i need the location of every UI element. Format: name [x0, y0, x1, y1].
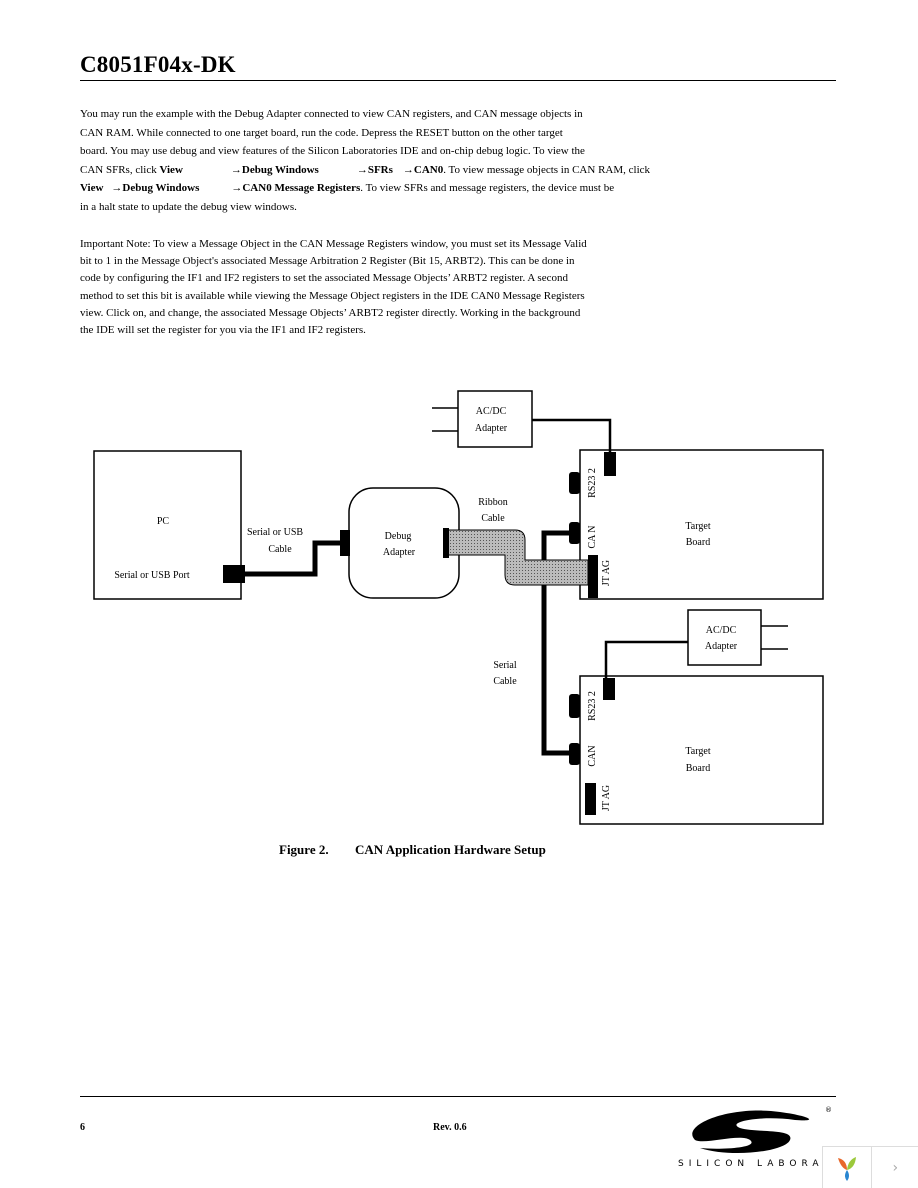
silicon-labs-logo: ® SILICON LABORATOR — [678, 1106, 835, 1169]
jtag-label: JT AG — [601, 560, 612, 586]
debug-adapter-ribbon-connector — [443, 528, 449, 558]
target-board-label: Target — [685, 746, 710, 757]
rs232-label: RS23 2 — [587, 468, 598, 498]
jtag-connector-2 — [585, 783, 596, 815]
svg-text:SILICON LABORATOR: SILICON LABORATOR — [678, 1159, 835, 1169]
viewer-widget: › — [822, 1146, 918, 1188]
target-board-label: Board — [686, 763, 710, 774]
acdc-label: AC/DC — [706, 625, 737, 636]
pc-port-label: Serial or USB Port — [114, 570, 190, 581]
ribbon-cable — [446, 529, 589, 586]
usb-cable — [245, 540, 342, 577]
ribbon-cable-label: Ribbon — [478, 497, 507, 508]
acdc-adapter-2-box — [687, 609, 762, 666]
serial-cable-label: Serial — [493, 660, 517, 671]
page-number: 6 — [80, 1122, 85, 1133]
rs232-label: RS23 2 — [587, 691, 598, 721]
rs232-connector-2 — [569, 694, 580, 718]
figure-caption: CAN Application Hardware Setup — [355, 842, 546, 857]
target-board-label: Target — [685, 521, 710, 532]
footer-rule — [80, 1096, 836, 1097]
acdc-adapter-1-box — [457, 390, 533, 448]
pc-serial-port — [223, 565, 245, 583]
revision: Rev. 0.6 — [433, 1122, 467, 1133]
usb-cable-label: Cable — [268, 544, 292, 555]
can-label: CA N — [587, 525, 598, 548]
acdc-label: Adapter — [705, 641, 738, 652]
power-cable-2 — [604, 640, 688, 678]
jtag-label: JT AG — [601, 785, 612, 811]
debug-adapter-box — [348, 487, 460, 599]
chevron-right-icon[interactable]: › — [870, 1147, 918, 1188]
debug-adapter-label: Debug — [385, 531, 412, 542]
acdc-label: Adapter — [475, 423, 508, 434]
target-board-label: Board — [686, 537, 710, 548]
debug-adapter-label: Adapter — [383, 547, 416, 558]
usb-cable-label: Serial or USB — [247, 527, 303, 538]
debug-adapter-usb-connector — [340, 530, 350, 556]
app-logo-icon[interactable] — [823, 1147, 871, 1188]
pc-label: PC — [157, 516, 170, 527]
jtag-connector-1 — [588, 555, 598, 598]
serial-cable-label: Cable — [493, 676, 517, 687]
figure-number: Figure 2. — [279, 842, 329, 857]
can-label: CAN — [587, 745, 598, 766]
document-page: C8051F04x-DK You may run the example wit… — [0, 0, 918, 1188]
power-cable-1 — [532, 418, 612, 452]
power-connector-2 — [603, 678, 615, 700]
power-connector-1 — [604, 452, 616, 476]
acdc-label: AC/DC — [476, 406, 507, 417]
svg-text:®: ® — [825, 1106, 832, 1114]
ribbon-cable-label: Cable — [481, 513, 505, 524]
can-connector-2 — [569, 743, 580, 765]
rs232-connector-1 — [569, 472, 580, 494]
hardware-setup-diagram: AC/DC Adapter AC/DC Adapter PC Serial or… — [93, 390, 824, 857]
can-connector-1 — [569, 522, 580, 544]
